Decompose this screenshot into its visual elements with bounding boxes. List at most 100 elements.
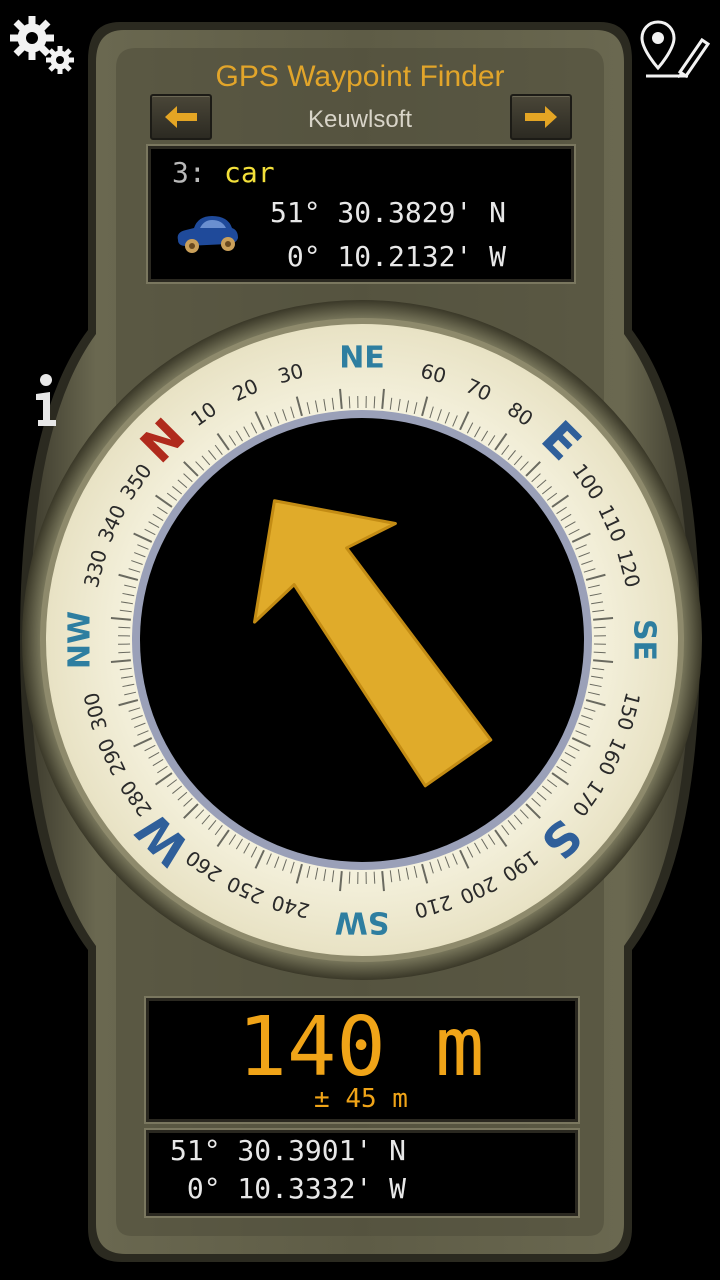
dial-tick: [444, 856, 450, 868]
dial-tick: [295, 863, 303, 884]
dial-tick: [177, 479, 188, 489]
degree-label: 250: [223, 871, 268, 909]
dial-tick: [405, 400, 410, 413]
dial-tick: [152, 513, 164, 521]
dial-tick: [235, 838, 243, 850]
dial-tick: [122, 683, 135, 688]
dial-tick: [466, 422, 474, 434]
direction-arrow: [253, 499, 493, 788]
dial-tick: [250, 422, 258, 434]
dial-tick: [381, 388, 385, 409]
cardinal-label-ne: NE: [339, 341, 385, 376]
dial-tick: [541, 785, 552, 794]
degree-label: 300: [79, 690, 112, 733]
dial-tick: [459, 411, 470, 431]
dial-tick: [172, 785, 183, 794]
dial-tick: [183, 797, 193, 807]
degree-label: 280: [115, 776, 157, 821]
dial-tick: [589, 683, 602, 688]
degree-label: 80: [503, 397, 538, 431]
degree-label: 340: [93, 501, 131, 546]
dial-tick: [536, 479, 547, 489]
dial-tick: [323, 398, 327, 411]
dial-tick: [571, 737, 591, 748]
dial-tick: [339, 388, 343, 409]
dial-tick: [389, 397, 393, 410]
dial-tick: [195, 809, 205, 819]
dial-tick: [592, 609, 605, 613]
dial-tick: [541, 486, 552, 495]
dial-tick: [546, 492, 558, 501]
dial-tick: [282, 859, 287, 871]
dial-tick: [459, 849, 470, 869]
dial-tick: [254, 849, 265, 869]
dial-tick: [413, 402, 418, 415]
dial-tick: [501, 824, 510, 836]
degree-label: 290: [93, 734, 131, 779]
dial-tick: [373, 396, 376, 409]
dial-tick: [429, 861, 434, 874]
dial-tick: [501, 444, 510, 456]
distance-value: 140 m: [237, 1000, 485, 1095]
dial-tick: [474, 842, 481, 854]
dial-tick: [214, 444, 223, 456]
dial-tick: [564, 752, 576, 759]
dial-tick: [144, 528, 156, 536]
dial-tick: [148, 752, 160, 759]
dial-tick: [389, 870, 393, 883]
dial-tick: [587, 691, 600, 696]
dial-tick: [581, 560, 593, 565]
dial-tick: [519, 809, 529, 819]
degree-label: 110: [593, 501, 631, 546]
dial-tick: [195, 461, 205, 471]
dial-tick: [591, 601, 604, 605]
dial-tick: [110, 617, 131, 621]
dial-tick: [306, 402, 311, 415]
dial-tick: [208, 450, 217, 461]
dial-tick: [421, 863, 429, 884]
dial-tick: [592, 667, 605, 671]
degree-label: 190: [498, 845, 543, 887]
dial-tick: [551, 494, 569, 508]
dial-tick: [571, 532, 591, 543]
dial-tick: [593, 617, 614, 621]
dial-tick: [134, 552, 146, 558]
dial-tick: [216, 829, 230, 847]
dial-tick: [137, 730, 149, 736]
dial-tick: [466, 846, 474, 858]
dial-tick: [331, 397, 335, 410]
dial-tick: [583, 707, 596, 712]
dial-tick: [166, 492, 178, 501]
dial-tick: [413, 865, 418, 878]
dial-tick: [250, 846, 258, 858]
dial-tick: [295, 396, 303, 417]
dial-tick: [235, 430, 243, 442]
dial-tick: [282, 409, 287, 421]
dial-tick: [243, 842, 250, 854]
degree-label: 350: [115, 459, 157, 504]
dial-tick: [564, 521, 576, 528]
dial-tick: [119, 667, 132, 671]
dial-tick: [152, 759, 164, 767]
dial-tick: [208, 819, 217, 830]
dial-tick: [581, 715, 593, 720]
degree-label: 10: [186, 397, 221, 431]
dial-tick: [578, 552, 590, 558]
dial-tick: [120, 675, 133, 679]
dial-tick: [128, 568, 141, 573]
dial-tick: [124, 584, 137, 589]
dial-tick: [474, 426, 481, 438]
dial-tick: [228, 435, 237, 446]
dial-tick: [494, 433, 508, 451]
dial-tick: [531, 797, 541, 807]
dial-tick: [381, 871, 385, 892]
degree-label: 100: [567, 459, 609, 504]
dial-tick: [556, 765, 567, 774]
cardinal-label-se: SE: [627, 619, 662, 661]
dial-tick: [254, 411, 265, 431]
dial-tick: [452, 853, 458, 865]
dial-tick: [429, 406, 434, 419]
dial-tick: [131, 715, 143, 720]
degree-label: 260: [181, 845, 226, 887]
dial-tick: [507, 819, 516, 830]
